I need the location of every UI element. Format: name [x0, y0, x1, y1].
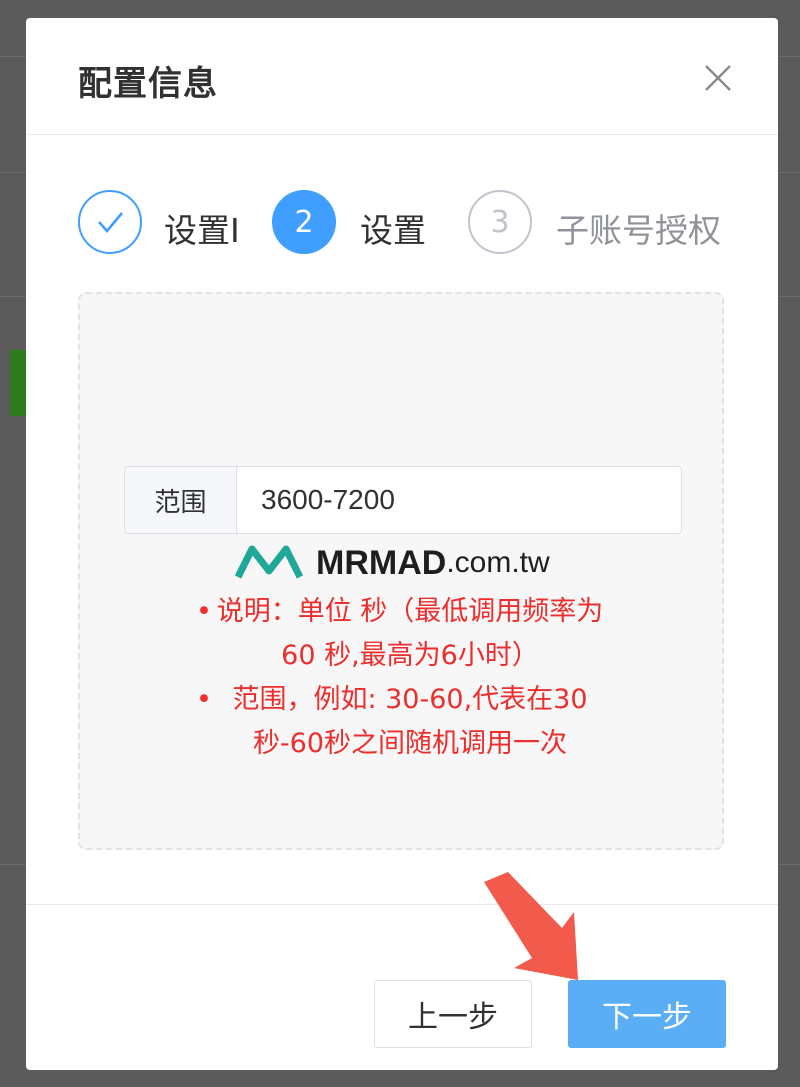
step-1-label: 设置I: [164, 211, 240, 250]
settings-panel: 范围 MRMAD .com.tw • 说明：单位 秒（最低调用频率为 60 秒,…: [78, 292, 724, 850]
close-button[interactable]: [700, 60, 736, 96]
note-item: • 范围，例如: 30-60,代表在30秒-60秒之间随机调用一次: [196, 678, 610, 766]
range-input[interactable]: [236, 466, 682, 534]
note-text: 说明：单位 秒（最低调用频率为 60 秒,最高为6小时）: [216, 596, 604, 671]
pointer-arrow-icon: [484, 872, 578, 980]
note-item: • 说明：单位 秒（最低调用频率为 60 秒,最高为6小时）: [196, 590, 610, 678]
footer-divider: [26, 904, 778, 905]
step-2-indicator: 2: [272, 190, 336, 254]
config-dialog: 配置信息 设置I 2 设置 3 子账号授权 范围 MRMAD .com.tw: [26, 18, 778, 1070]
step-2-label: 设置: [360, 211, 426, 250]
watermark-logo: [234, 545, 304, 579]
dialog-title: 配置信息: [78, 64, 218, 104]
watermark-domain: .com.tw: [446, 546, 550, 579]
notes-list: • 说明：单位 秒（最低调用频率为 60 秒,最高为6小时） • 范围，例如: …: [196, 590, 610, 766]
step-1-indicator: [78, 190, 142, 254]
note-bullet: •: [196, 596, 212, 627]
step-3-label: 子账号授权: [556, 211, 721, 250]
note-bullet: •: [196, 684, 212, 715]
range-label: 范围: [124, 466, 236, 534]
check-icon: [98, 212, 123, 233]
close-icon: [705, 65, 731, 91]
step-3-indicator: 3: [468, 190, 532, 254]
range-input-group: 范围: [124, 466, 682, 534]
watermark: MRMAD .com.tw: [234, 538, 550, 588]
note-text: 范围，例如: 30-60,代表在30秒-60秒之间随机调用一次: [232, 684, 588, 759]
watermark-brand: MRMAD: [316, 543, 447, 582]
dialog-header: 配置信息: [26, 18, 778, 135]
